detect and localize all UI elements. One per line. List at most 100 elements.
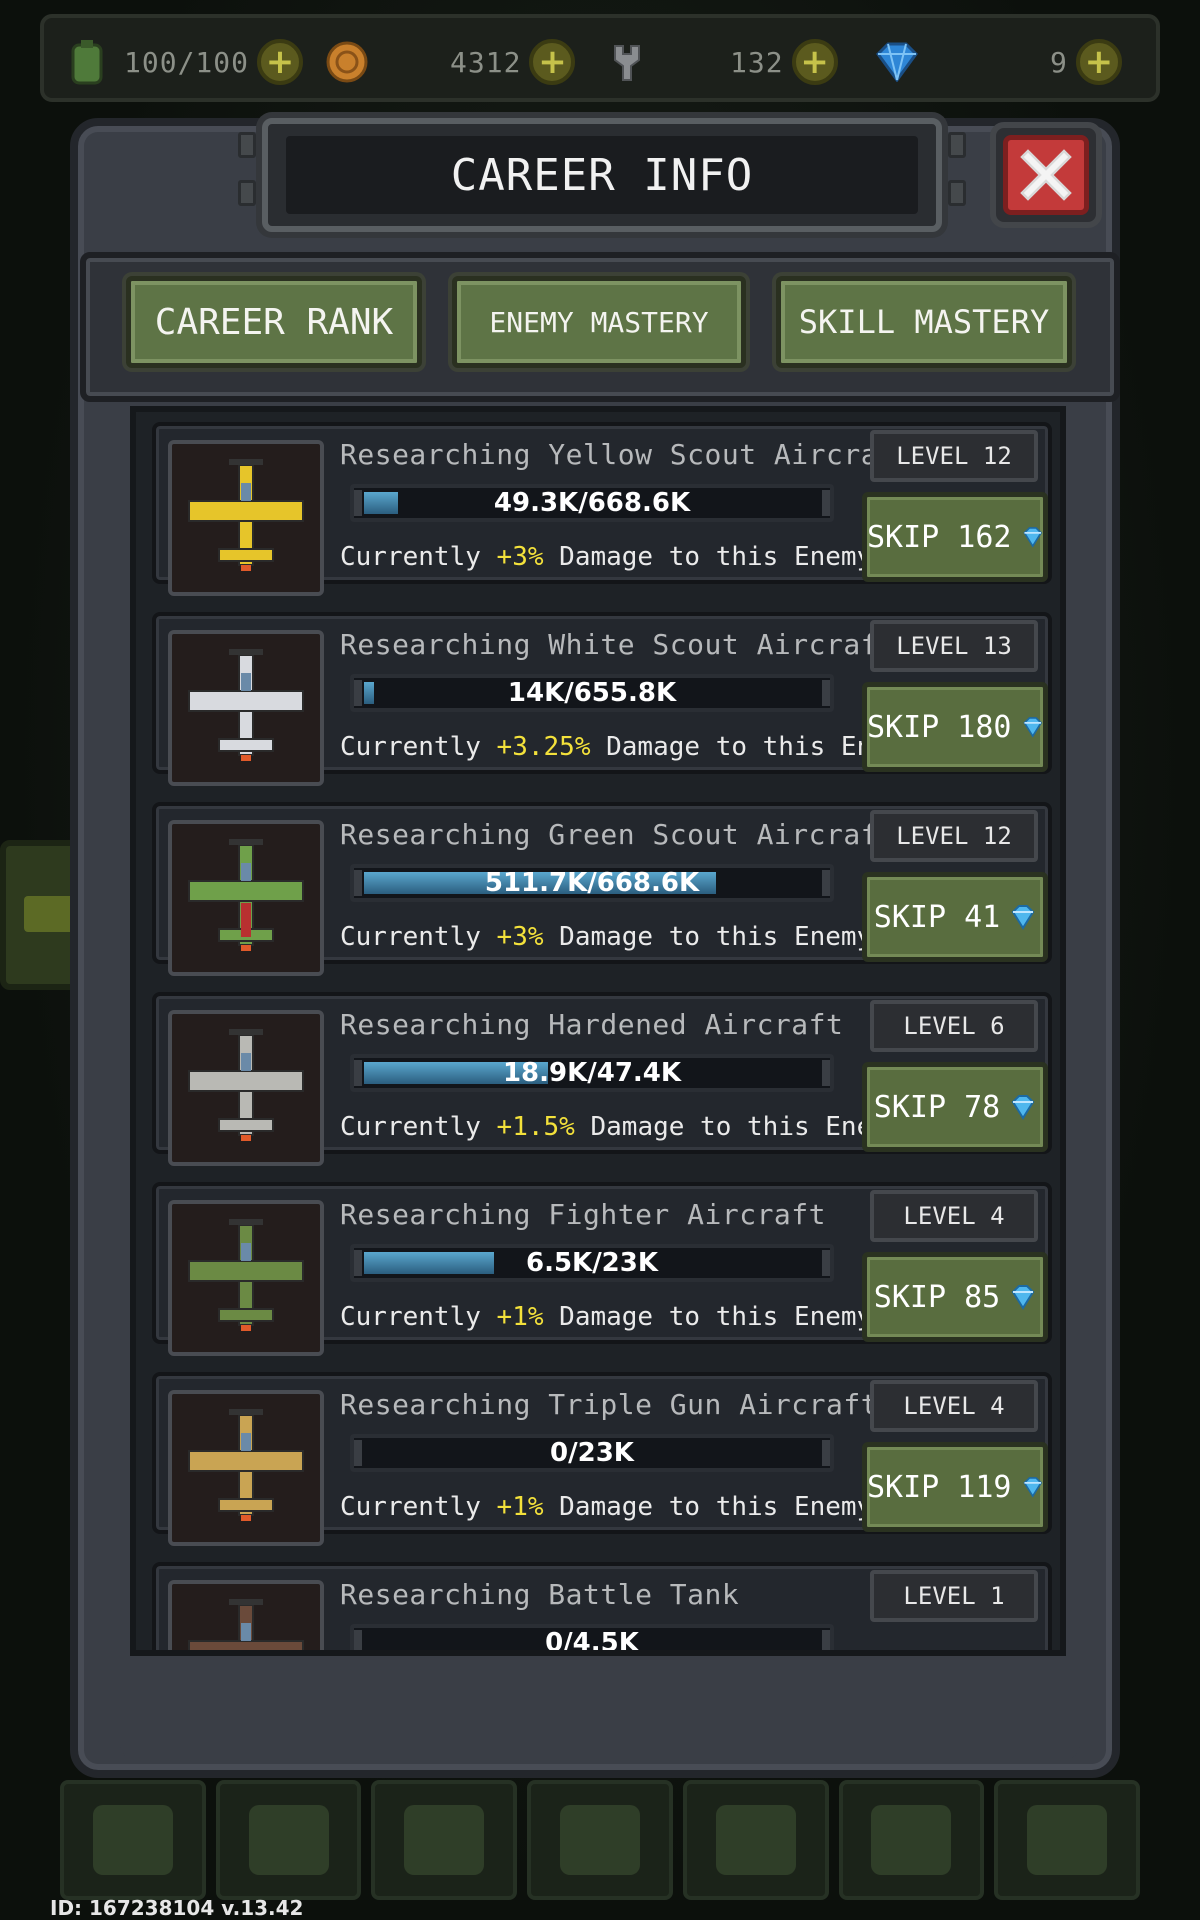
damage-bonus: +1%: [496, 1302, 544, 1332]
desc-prefix: Currently: [340, 1492, 497, 1522]
skip-label: SKIP 78: [873, 1089, 1001, 1125]
energy-value: 100/100: [124, 45, 250, 79]
add-parts-button[interactable]: +: [791, 39, 838, 85]
skip-button[interactable]: [862, 1650, 1048, 1656]
skip-button[interactable]: SKIP 119: [862, 1442, 1048, 1532]
gem-icon: [1022, 527, 1042, 548]
skip-button[interactable]: SKIP 78: [862, 1062, 1048, 1152]
nav-item[interactable]: [371, 1780, 518, 1900]
research-row: Researching Fighter Aircraft LEVEL 4 6.5K/…: [152, 1182, 1052, 1356]
enemy-aircraft-icon: [188, 1219, 304, 1331]
close-button[interactable]: [990, 122, 1102, 228]
enemy-thumbnail: [168, 1010, 324, 1166]
research-title: Researching Hardened Aircraft: [340, 1008, 844, 1041]
desc-prefix: Currently: [340, 542, 497, 572]
skip-button[interactable]: SKIP 41: [862, 872, 1048, 962]
bonus-description: Currently +3.25% Damage to this Enemy: [340, 732, 919, 762]
enemy-aircraft-icon: [188, 1029, 304, 1141]
enemy-aircraft-icon: [188, 649, 304, 761]
research-progress-bar: 6.5K/23K: [350, 1244, 834, 1282]
progress-text: 14K/655.8K: [507, 678, 677, 708]
nav-item[interactable]: [60, 1780, 206, 1900]
bolt-decoration: [238, 180, 256, 206]
coin-icon: [324, 39, 370, 85]
level-badge: LEVEL 6: [870, 1000, 1038, 1052]
enemy-aircraft-icon: [188, 1599, 304, 1650]
add-coins-button[interactable]: +: [529, 39, 576, 85]
desc-prefix: Currently: [340, 922, 497, 952]
calendar-icon: [1027, 1805, 1108, 1875]
research-progress-bar: 18.9K/47.4K: [350, 1054, 834, 1092]
bonus-description: Currently +1% Damage to this Enemy: [340, 1492, 872, 1522]
damage-bonus: +3%: [496, 922, 544, 952]
skip-button[interactable]: SKIP 162: [862, 492, 1048, 582]
skip-label: SKIP 119: [867, 1469, 1012, 1505]
progress-text: 6.5K/23K: [525, 1248, 659, 1278]
research-title: Researching Yellow Scout Aircraft: [340, 438, 913, 471]
desc-suffix: Damage to this Enemy: [574, 1112, 904, 1142]
fuel-tank-icon: [64, 39, 110, 85]
research-row: Researching Hardened Aircraft LEVEL 6 18.9…: [152, 992, 1052, 1166]
add-gems-button[interactable]: +: [1075, 39, 1122, 85]
nav-item[interactable]: [215, 1780, 362, 1900]
ship-icon: [404, 1805, 485, 1875]
nav-item[interactable]: [527, 1780, 673, 1900]
bonus-description: Currently +1.5% Damage to this Enemy: [340, 1112, 904, 1142]
resource-bar: 100/100 + 4312 + 132 + 9 +: [40, 14, 1160, 102]
enemy-thumbnail: [168, 630, 324, 786]
dialog-title: CAREER INFO: [450, 149, 754, 201]
enemy-thumbnail: [168, 1200, 324, 1356]
gem-icon: [1011, 1285, 1035, 1310]
research-row: Researching White Scout Aircraft LEVEL 13…: [152, 612, 1052, 786]
gem-icon: [1011, 1095, 1035, 1120]
level-badge: LEVEL 4: [870, 1190, 1038, 1242]
dialog-title-plate: CAREER INFO: [238, 118, 966, 232]
level-badge: LEVEL 12: [870, 810, 1038, 862]
skip-button[interactable]: SKIP 85: [862, 1252, 1048, 1342]
tab-enemy-mastery[interactable]: ENEMY MASTERY: [452, 276, 746, 368]
research-title: Researching White Scout Aircraft: [340, 628, 896, 661]
research-progress-bar: 0/4.5K: [350, 1624, 834, 1650]
research-title: Researching Green Scout Aircraft: [340, 818, 896, 851]
research-row: Researching Battle Tank LEVEL 1 0/4.5K: [152, 1562, 1052, 1656]
bottom-navigation: [60, 1780, 1141, 1900]
tab-skill-mastery[interactable]: SKILL MASTERY: [776, 276, 1072, 368]
skip-label: SKIP 180: [867, 709, 1012, 745]
damage-bonus: +1.5%: [496, 1112, 575, 1142]
research-progress-bar: 14K/655.8K: [350, 674, 834, 712]
nav-item[interactable]: [994, 1780, 1141, 1900]
desc-prefix: Currently: [340, 732, 497, 762]
shop-cart-icon: [92, 1805, 173, 1875]
enemy-thumbnail: [168, 1580, 324, 1650]
level-badge: LEVEL 13: [870, 620, 1038, 672]
gem-icon: [1011, 905, 1035, 930]
tab-career-rank[interactable]: CAREER RANK: [126, 276, 422, 368]
research-progress-bar: 0/23K: [350, 1434, 834, 1472]
bonus-description: Currently +3% Damage to this Enemy: [340, 542, 872, 572]
research-title: Researching Battle Tank: [340, 1578, 740, 1611]
research-progress-bar: 511.7K/668.6K: [350, 864, 834, 902]
nav-item[interactable]: [838, 1780, 985, 1900]
close-icon[interactable]: [1003, 135, 1089, 215]
research-progress-bar: 49.3K/668.6K: [350, 484, 834, 522]
desc-suffix: Damage to this Enemy: [543, 1492, 873, 1522]
skip-button[interactable]: SKIP 180: [862, 682, 1048, 772]
level-badge: LEVEL 1: [870, 1570, 1038, 1622]
damage-bonus: +3.25%: [496, 732, 591, 762]
wrench-icon: [604, 39, 650, 85]
nav-item[interactable]: [682, 1780, 829, 1900]
add-energy-button[interactable]: +: [257, 39, 304, 85]
bolt-decoration: [948, 132, 966, 158]
skip-label: SKIP 41: [873, 899, 1001, 935]
enemy-aircraft-icon: [188, 459, 304, 571]
bolt-decoration: [238, 132, 256, 158]
damage-bonus: +3%: [496, 542, 544, 572]
build-id: ID: 167238104 v.13.42: [50, 1896, 304, 1920]
gems-value: 9: [1050, 45, 1068, 79]
enemy-thumbnail: [168, 1390, 324, 1546]
research-list[interactable]: Researching Yellow Scout Aircraft LEVEL 1…: [130, 406, 1066, 1656]
progress-text: 49.3K/668.6K: [493, 488, 691, 518]
research-row: Researching Green Scout Aircraft LEVEL 12…: [152, 802, 1052, 976]
skip-label: SKIP 162: [867, 519, 1012, 555]
damage-bonus: +1%: [496, 1492, 544, 1522]
